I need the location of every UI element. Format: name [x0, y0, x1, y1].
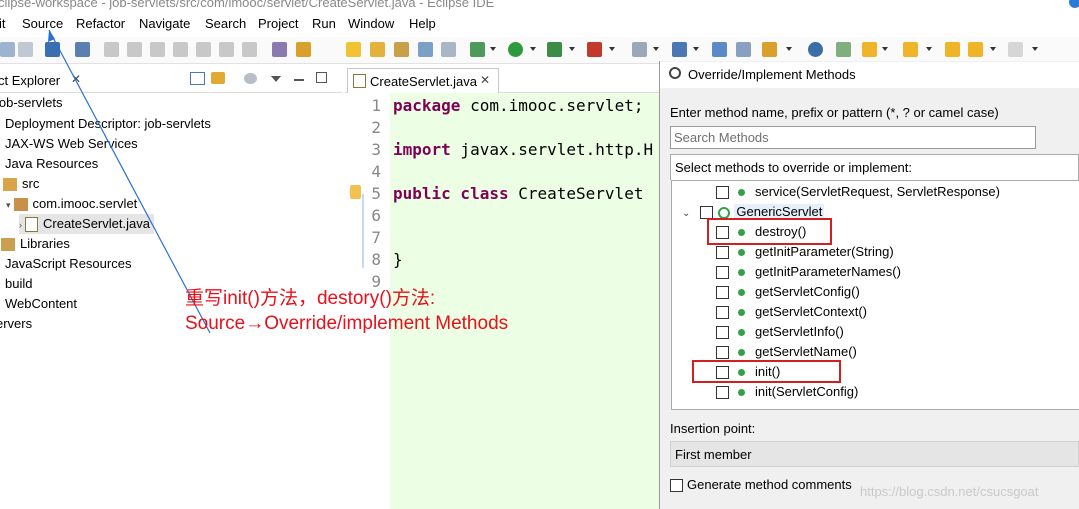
annotation-line: 重写init()方法，destory()方法: [185, 288, 436, 309]
annotation-arrow [48, 29, 211, 334]
watermark: https://blog.csdn.net/csucsgoat [860, 484, 1039, 499]
annotation-line: Source→Override/implement Methods [185, 313, 509, 334]
annotation-text: 重写init()方法，destory()方法: Source→Override/… [185, 286, 508, 336]
